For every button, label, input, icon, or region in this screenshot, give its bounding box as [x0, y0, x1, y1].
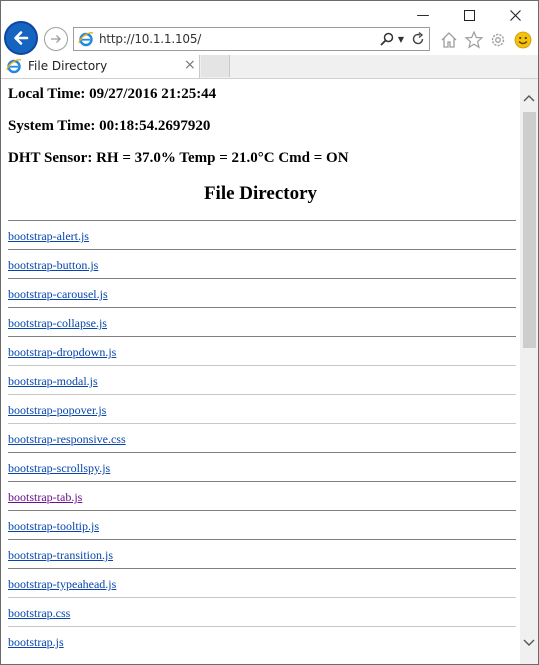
file-link[interactable]: bootstrap.css	[8, 606, 70, 621]
close-icon	[509, 9, 521, 21]
list-item: bootstrap-button.js	[8, 249, 516, 277]
list-item: bootstrap-tab.js	[8, 481, 516, 509]
file-link[interactable]: bootstrap-collapse.js	[8, 316, 107, 331]
browser-window: — http://10.1.1.105/ ▼ File Directory × …	[0, 0, 539, 665]
file-link[interactable]: bootstrap-button.js	[8, 258, 98, 273]
chevron-down-icon[interactable]: ▼	[396, 31, 406, 47]
file-link[interactable]: bootstrap-transition.js	[8, 548, 113, 563]
file-link[interactable]: bootstrap-popover.js	[8, 403, 106, 418]
list-item: bootstrap-carousel.js	[8, 278, 516, 306]
maximize-icon	[463, 9, 475, 21]
search-icon[interactable]	[379, 31, 395, 47]
address-bar[interactable]: http://10.1.1.105/ ▼	[73, 27, 430, 51]
tab-title: File Directory	[28, 59, 108, 73]
list-item: bootstrap-responsive.css	[8, 423, 516, 451]
navigation-bar: http://10.1.1.105/ ▼	[1, 21, 538, 55]
file-link[interactable]: bootstrap-modal.js	[8, 374, 98, 389]
chevron-up-icon	[523, 95, 535, 102]
vertical-scrollbar[interactable]	[520, 79, 538, 664]
file-link[interactable]: bootstrap.js	[8, 635, 64, 650]
file-link[interactable]: bootstrap-tooltip.js	[8, 519, 99, 534]
list-item: bootstrap-alert.js	[8, 220, 516, 248]
list-item: bootstrap.css	[8, 597, 516, 625]
file-link[interactable]: bootstrap-alert.js	[8, 229, 89, 244]
back-button[interactable]	[4, 21, 38, 55]
file-list: bootstrap-alert.js bootstrap-button.js b…	[8, 220, 516, 655]
file-link[interactable]: bootstrap-carousel.js	[8, 287, 108, 302]
internet-explorer-icon	[78, 32, 94, 47]
file-link[interactable]: bootstrap-responsive.css	[8, 432, 126, 447]
list-item: bootstrap-scrollspy.js	[8, 452, 516, 480]
list-item: bootstrap-modal.js	[8, 365, 516, 393]
sensor-status: DHT Sensor: RH = 37.0% Temp = 21.0°C Cmd…	[8, 150, 349, 166]
tab-close-icon[interactable]: ×	[184, 57, 196, 73]
tab-bar: File Directory ×	[1, 55, 538, 79]
list-item: bootstrap.js	[8, 626, 516, 654]
file-link[interactable]: bootstrap-tab.js	[8, 490, 82, 505]
refresh-icon[interactable]	[410, 31, 426, 47]
internet-explorer-icon	[6, 59, 22, 74]
file-link[interactable]: bootstrap-typeahead.js	[8, 577, 116, 592]
feedback-smiley-icon[interactable]	[513, 30, 533, 50]
list-item: bootstrap-tooltip.js	[8, 510, 516, 538]
home-icon[interactable]	[439, 30, 459, 50]
new-tab-button[interactable]	[201, 55, 230, 77]
forward-arrow-icon	[51, 35, 61, 43]
system-time: System Time: 00:18:54.2697920	[8, 118, 211, 134]
tab-file-directory[interactable]: File Directory ×	[1, 55, 200, 78]
page-content: Local Time: 09/27/2016 21:25:44 System T…	[1, 79, 520, 664]
scroll-down-arrow[interactable]	[520, 634, 538, 652]
local-time: Local Time: 09/27/2016 21:25:44	[8, 86, 217, 102]
settings-gear-icon[interactable]	[488, 30, 508, 50]
file-link[interactable]: bootstrap-dropdown.js	[8, 345, 116, 360]
list-item: bootstrap-popover.js	[8, 394, 516, 422]
list-item: bootstrap-dropdown.js	[8, 336, 516, 364]
page-title: File Directory	[203, 183, 318, 204]
back-arrow-icon	[14, 31, 29, 45]
chevron-down-icon	[523, 639, 535, 646]
title-bar: —	[1, 1, 538, 27]
address-url[interactable]: http://10.1.1.105/	[99, 32, 201, 46]
favorites-star-icon[interactable]	[464, 30, 484, 50]
scroll-thumb[interactable]	[523, 112, 536, 348]
list-item: bootstrap-transition.js	[8, 539, 516, 567]
forward-button[interactable]	[44, 27, 68, 51]
file-link[interactable]: bootstrap-scrollspy.js	[8, 461, 110, 476]
list-item: bootstrap-typeahead.js	[8, 568, 516, 596]
scroll-up-arrow[interactable]	[520, 89, 538, 107]
list-item: bootstrap-collapse.js	[8, 307, 516, 335]
